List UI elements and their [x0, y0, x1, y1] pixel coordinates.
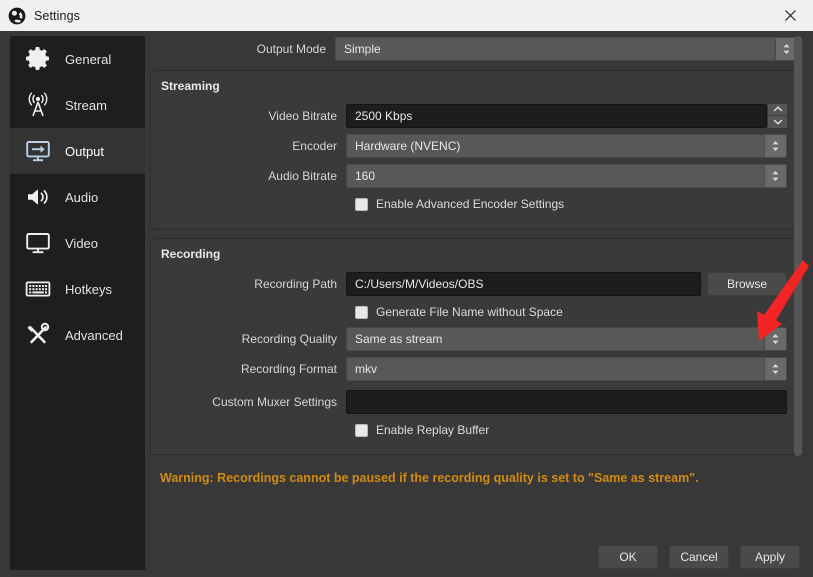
output-mode-row: Output Mode Simple: [150, 36, 798, 61]
keyboard-icon: [20, 274, 56, 304]
recording-format-label: Recording Format: [240, 361, 337, 376]
advanced-encoder-label: Enable Advanced Encoder Settings: [376, 197, 565, 211]
video-bitrate-row: Video Bitrate 2500 Kbps: [161, 103, 787, 128]
chevron-up-icon[interactable]: [768, 104, 787, 116]
encoder-label: Encoder: [292, 138, 337, 153]
display-icon: [20, 228, 56, 258]
recording-quality-value: Same as stream: [355, 331, 443, 346]
encoder-row: Encoder Hardware (NVENC): [161, 133, 787, 158]
generate-file-name-label: Generate File Name without Space: [376, 305, 563, 319]
close-icon[interactable]: [767, 0, 813, 31]
browse-button[interactable]: Browse: [707, 271, 787, 296]
output-mode-value: Simple: [344, 41, 381, 56]
recording-quality-label: Recording Quality: [241, 331, 337, 346]
recording-path-label: Recording Path: [254, 276, 337, 291]
recording-group: Recording Recording Path C:/Users/M/Vide…: [150, 238, 798, 455]
audio-bitrate-dropdown[interactable]: 160: [346, 163, 787, 188]
speaker-icon: [20, 182, 56, 212]
sidebar-item-audio[interactable]: Audio: [10, 174, 145, 220]
video-bitrate-stepper[interactable]: [767, 103, 787, 128]
recording-quality-row: Recording Quality Same as stream: [161, 326, 787, 351]
sidebar-item-label: Audio: [65, 189, 99, 205]
dialog-button-bar: OK Cancel Apply: [598, 545, 800, 569]
recording-format-row: Recording Format mkv: [161, 356, 787, 381]
recording-format-value: mkv: [355, 361, 377, 376]
ok-button[interactable]: OK: [598, 545, 658, 569]
recording-path-input[interactable]: C:/Users/M/Videos/OBS: [346, 271, 701, 296]
recording-group-title: Recording: [161, 247, 221, 261]
scrollbar-thumb[interactable]: [794, 36, 802, 456]
apply-button[interactable]: Apply: [740, 545, 800, 569]
window-title: Settings: [34, 8, 80, 23]
broadcast-icon: [20, 90, 56, 120]
generate-file-name-checkbox[interactable]: [355, 305, 368, 319]
replay-buffer-row[interactable]: Enable Replay Buffer: [161, 419, 787, 441]
settings-sidebar: General Stream Output Audio Video Hotkey…: [10, 36, 145, 570]
chevron-down-icon[interactable]: [768, 116, 787, 128]
settings-dialog: General Stream Output Audio Video Hotkey…: [0, 31, 813, 577]
sidebar-item-label: Stream: [65, 97, 107, 113]
video-bitrate-value: 2500 Kbps: [355, 108, 413, 123]
generate-file-name-row[interactable]: Generate File Name without Space: [161, 301, 787, 323]
chevron-updown-icon[interactable]: [764, 134, 786, 157]
tools-icon: [20, 320, 56, 350]
video-bitrate-label: Video Bitrate: [268, 108, 338, 123]
settings-content: Output Mode Simple Streaming Video Bitra…: [150, 36, 798, 536]
monitor-arrow-icon: [20, 136, 56, 166]
chevron-updown-icon[interactable]: [764, 164, 786, 187]
recording-path-value: C:/Users/M/Videos/OBS: [355, 276, 484, 291]
sidebar-item-stream[interactable]: Stream: [10, 82, 145, 128]
sidebar-item-label: Advanced: [65, 327, 123, 343]
output-mode-dropdown[interactable]: Simple: [335, 36, 798, 61]
encoder-value: Hardware (NVENC): [355, 138, 461, 153]
recording-path-row: Recording Path C:/Users/M/Videos/OBS Bro…: [161, 271, 787, 296]
advanced-encoder-row[interactable]: Enable Advanced Encoder Settings: [161, 193, 787, 215]
replay-buffer-label: Enable Replay Buffer: [376, 423, 490, 437]
custom-muxer-label: Custom Muxer Settings: [212, 394, 337, 409]
sidebar-item-video[interactable]: Video: [10, 220, 145, 266]
chevron-updown-icon[interactable]: [764, 327, 786, 350]
replay-buffer-checkbox[interactable]: [355, 423, 368, 437]
obs-logo-icon: [8, 7, 26, 25]
streaming-group-title: Streaming: [161, 79, 220, 93]
recording-format-dropdown[interactable]: mkv: [346, 356, 787, 381]
custom-muxer-input[interactable]: [346, 389, 787, 414]
audio-bitrate-label: Audio Bitrate: [268, 168, 337, 183]
audio-bitrate-row: Audio Bitrate 160: [161, 163, 787, 188]
recording-warning-text: Warning: Recordings cannot be paused if …: [160, 471, 699, 485]
recording-quality-dropdown[interactable]: Same as stream: [346, 326, 787, 351]
streaming-group: Streaming Video Bitrate 2500 Kbps Encode…: [150, 70, 798, 229]
audio-bitrate-value: 160: [355, 168, 376, 183]
advanced-encoder-checkbox[interactable]: [355, 197, 368, 211]
sidebar-item-label: Hotkeys: [65, 281, 112, 297]
sidebar-item-label: Output: [65, 143, 105, 159]
sidebar-item-advanced[interactable]: Advanced: [10, 312, 145, 358]
custom-muxer-row: Custom Muxer Settings: [161, 389, 787, 414]
sidebar-item-label: Video: [65, 235, 99, 251]
chevron-updown-icon[interactable]: [764, 357, 786, 380]
sidebar-item-general[interactable]: General: [10, 36, 145, 82]
sidebar-item-output[interactable]: Output: [10, 128, 145, 174]
video-bitrate-input[interactable]: 2500 Kbps: [346, 103, 767, 128]
sidebar-item-hotkeys[interactable]: Hotkeys: [10, 266, 145, 312]
cancel-button[interactable]: Cancel: [669, 545, 729, 569]
output-mode-label: Output Mode: [256, 41, 326, 56]
content-scrollbar[interactable]: [793, 36, 803, 536]
title-bar: Settings: [0, 0, 813, 31]
sidebar-item-label: General: [65, 51, 112, 67]
gear-icon: [20, 44, 56, 74]
encoder-dropdown[interactable]: Hardware (NVENC): [346, 133, 787, 158]
